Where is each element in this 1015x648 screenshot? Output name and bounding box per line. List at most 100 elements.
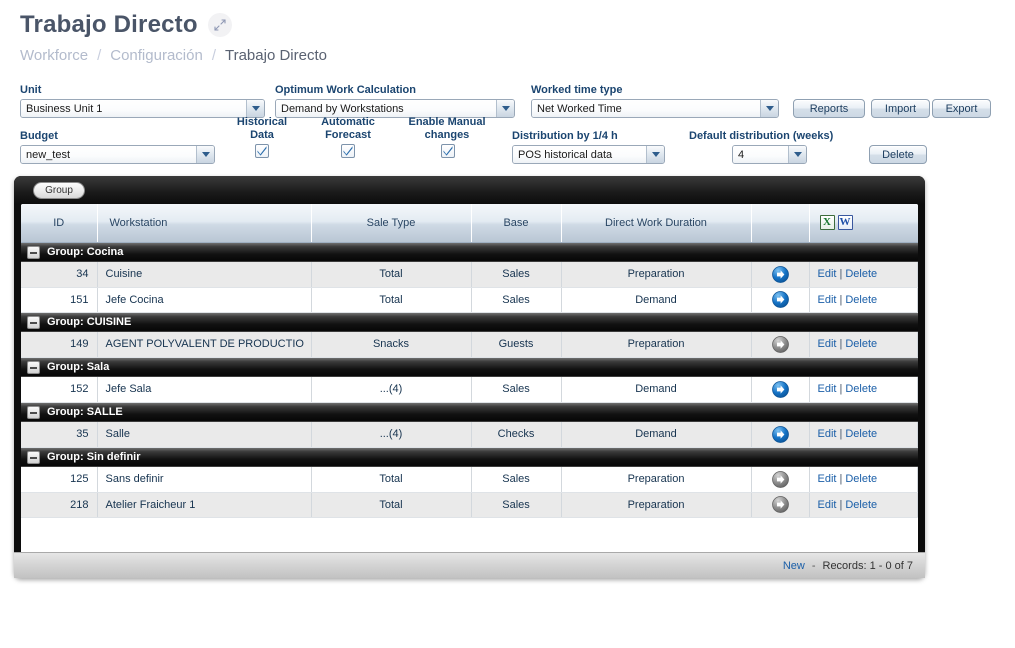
action-separator: | bbox=[839, 268, 843, 281]
edit-link[interactable]: Edit bbox=[818, 383, 837, 395]
group-row: Group: Cocina bbox=[21, 242, 918, 262]
distribution-quarter-label: Distribution by 1/4 h bbox=[512, 130, 618, 142]
cell-id: 151 bbox=[21, 287, 98, 313]
table-row[interactable]: 34 Cuisine Total Sales Preparation Edit | Delet… bbox=[21, 262, 918, 288]
distribution-quarter-select[interactable]: POS historical data bbox=[512, 145, 665, 164]
cell-actions: Edit | Delete bbox=[809, 377, 918, 403]
table-row[interactable]: 35 Salle ...(4) Checks Demand Edit | Delete bbox=[21, 422, 918, 448]
delete-link[interactable]: Delete bbox=[845, 473, 877, 485]
chevron-down-icon bbox=[196, 146, 214, 163]
delete-link[interactable]: Delete bbox=[845, 294, 877, 306]
edit-link[interactable]: Edit bbox=[818, 338, 837, 350]
grid-inner: ID Workstation Sale Type Base Direct Wor… bbox=[21, 204, 918, 572]
action-separator: | bbox=[839, 473, 843, 486]
column-header-workstation[interactable]: Workstation bbox=[97, 204, 312, 243]
breadcrumb-separator: / bbox=[97, 47, 102, 64]
worked-time-type-select[interactable]: Net Worked Time bbox=[531, 99, 779, 118]
default-distribution-label: Default distribution (weeks) bbox=[689, 130, 834, 142]
breadcrumb-item-configuracion[interactable]: Configuración bbox=[110, 47, 203, 64]
cell-sale-type: Total bbox=[311, 287, 472, 313]
title-row: Trabajo Directo bbox=[20, 10, 1015, 40]
chevron-down-icon bbox=[646, 146, 664, 163]
cell-id: 125 bbox=[21, 467, 98, 493]
automatic-forecast-label: Automatic Forecast bbox=[311, 116, 385, 142]
delete-link[interactable]: Delete bbox=[845, 268, 877, 280]
import-button[interactable]: Import bbox=[871, 99, 930, 118]
breadcrumb-item-workforce[interactable]: Workforce bbox=[20, 47, 88, 64]
group-collapse-icon[interactable] bbox=[27, 450, 40, 464]
column-header-sale-type[interactable]: Sale Type bbox=[311, 204, 472, 243]
automatic-forecast-checkbox[interactable] bbox=[341, 144, 355, 158]
new-record-link[interactable]: New bbox=[783, 560, 805, 572]
group-row-cell: Group: SALLE bbox=[21, 402, 918, 422]
edit-link[interactable]: Edit bbox=[818, 294, 837, 306]
historical-data-label-line1: Historical bbox=[236, 116, 288, 128]
table-row[interactable]: 149 AGENT POLYVALENT DE PRODUCTIO Snacks Gu… bbox=[21, 332, 918, 358]
column-header-direct-work-duration[interactable]: Direct Work Duration bbox=[561, 204, 752, 243]
automatic-forecast-label-line1: Automatic bbox=[321, 116, 375, 128]
group-row-cell: Group: Cocina bbox=[21, 242, 918, 262]
cell-actions: Edit | Delete bbox=[809, 492, 918, 518]
group-label: Group: Cocina bbox=[47, 246, 124, 259]
cell-base: Sales bbox=[471, 492, 562, 518]
cell-detail-arrow[interactable] bbox=[751, 467, 810, 493]
edit-link[interactable]: Edit bbox=[818, 473, 837, 485]
edit-link[interactable]: Edit bbox=[818, 268, 837, 280]
unit-select-value: Business Unit 1 bbox=[21, 100, 246, 117]
cell-duration: Preparation bbox=[561, 492, 752, 518]
chevron-down-icon bbox=[760, 100, 778, 117]
detail-arrow-icon bbox=[771, 425, 789, 443]
historical-data-checkbox[interactable] bbox=[255, 144, 269, 158]
group-collapse-icon[interactable] bbox=[27, 245, 40, 259]
cell-sale-type: Total bbox=[311, 467, 472, 493]
chevron-down-icon bbox=[496, 100, 514, 117]
group-row: Group: SALLE bbox=[21, 402, 918, 422]
cell-duration: Demand bbox=[561, 287, 752, 313]
automatic-forecast-label-line2: Forecast bbox=[325, 129, 371, 141]
enable-manual-changes-checkbox[interactable] bbox=[441, 144, 455, 158]
table-row[interactable]: 218 Atelier Fraicheur 1 Total Sales Preparat… bbox=[21, 492, 918, 518]
detail-arrow-icon bbox=[771, 380, 789, 398]
detail-arrow-icon bbox=[771, 265, 789, 283]
chevron-down-icon bbox=[788, 146, 806, 163]
delete-button[interactable]: Delete bbox=[869, 145, 927, 164]
table-row[interactable]: 125 Sans definir Total Sales Preparation Edit… bbox=[21, 467, 918, 493]
cell-detail-arrow[interactable] bbox=[751, 422, 810, 448]
cell-detail-arrow[interactable] bbox=[751, 287, 810, 313]
delete-link[interactable]: Delete bbox=[845, 499, 877, 511]
cell-workstation: Jefe Sala bbox=[97, 377, 312, 403]
table-row[interactable]: 151 Jefe Cocina Total Sales Demand Edit | Delet… bbox=[21, 287, 918, 313]
group-label: Group: Sala bbox=[47, 361, 110, 374]
column-header-base[interactable]: Base bbox=[471, 204, 562, 243]
column-header-id[interactable]: ID bbox=[21, 204, 98, 243]
edit-link[interactable]: Edit bbox=[818, 428, 837, 440]
table-row[interactable]: 152 Jefe Sala ...(4) Sales Demand Edit | Delete bbox=[21, 377, 918, 403]
cell-workstation: Jefe Cocina bbox=[97, 287, 312, 313]
action-separator: | bbox=[839, 428, 843, 441]
cell-detail-arrow[interactable] bbox=[751, 377, 810, 403]
excel-export-icon[interactable]: X bbox=[819, 215, 835, 231]
group-collapse-icon[interactable] bbox=[27, 315, 40, 329]
word-export-icon[interactable]: W bbox=[837, 215, 853, 231]
budget-select[interactable]: new_test bbox=[20, 145, 215, 164]
cell-detail-arrow[interactable] bbox=[751, 492, 810, 518]
cell-duration: Demand bbox=[561, 377, 752, 403]
edit-link[interactable]: Edit bbox=[818, 499, 837, 511]
action-separator: | bbox=[839, 293, 843, 306]
delete-link[interactable]: Delete bbox=[845, 428, 877, 440]
export-button[interactable]: Export bbox=[932, 99, 991, 118]
cell-detail-arrow[interactable] bbox=[751, 332, 810, 358]
expand-arrows-icon[interactable] bbox=[207, 13, 232, 37]
delete-link[interactable]: Delete bbox=[845, 383, 877, 395]
default-distribution-select[interactable]: 4 bbox=[732, 145, 807, 164]
cell-base: Sales bbox=[471, 467, 562, 493]
group-collapse-icon[interactable] bbox=[27, 360, 40, 374]
grid-panel: Group ID Workstation Sale Type Base Dire… bbox=[14, 176, 925, 578]
reports-button[interactable]: Reports bbox=[793, 99, 865, 118]
group-row: Group: Sin definir bbox=[21, 447, 918, 467]
cell-detail-arrow[interactable] bbox=[751, 262, 810, 288]
group-collapse-icon[interactable] bbox=[27, 405, 40, 419]
delete-link[interactable]: Delete bbox=[845, 338, 877, 350]
detail-arrow-icon bbox=[771, 335, 789, 353]
group-button[interactable]: Group bbox=[33, 181, 85, 199]
